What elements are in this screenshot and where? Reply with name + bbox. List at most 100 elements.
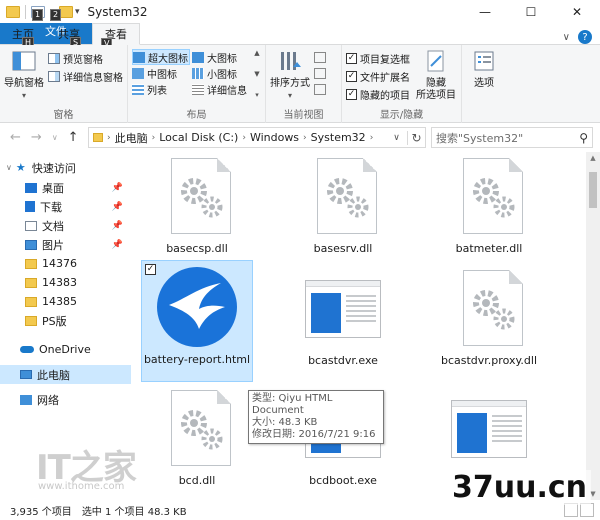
pin-icon: 📌 [111,239,123,250]
add-columns-icon[interactable] [314,68,326,79]
sidebar-item-folder[interactable]: 14383 [0,273,131,292]
breadcrumb-local-disk[interactable]: Local Disk (C:) [159,131,238,144]
chevron-right-icon[interactable]: › [107,133,111,143]
sidebar-item-folder[interactable]: 14376 [0,254,131,273]
preview-pane-icon [48,52,60,64]
details-view-icon[interactable] [564,503,578,517]
help-icon[interactable]: ? [578,30,592,44]
sidebar-item-documents[interactable]: 文档 📌 [0,216,131,235]
sidebar-network[interactable]: 网络 [0,390,131,409]
more-icon[interactable]: ▾ [255,91,259,99]
address-dropdown-icon[interactable]: ∨ [389,133,403,143]
group-by-icon[interactable] [314,52,326,63]
sidebar-item-folder[interactable]: 14385 [0,292,131,311]
ribbon-right-controls: ∨ ? [563,30,600,44]
breadcrumb-system32[interactable]: System32 [311,131,366,144]
breadcrumb-windows[interactable]: Windows [250,131,299,144]
breadcrumb-this-pc[interactable]: 此电脑 [115,130,148,146]
back-arrow-icon[interactable]: ← [10,130,21,145]
layout-list[interactable]: 列表 [132,81,190,97]
scroll-up-icon[interactable]: ▲ [586,154,600,162]
scroll-down-icon[interactable]: ▼ [254,70,259,78]
computer-icon [20,370,32,379]
close-button[interactable]: ✕ [554,0,600,24]
file-item[interactable]: batmeter.dll [433,154,545,255]
file-item[interactable] [433,386,545,474]
refresh-icon[interactable]: ↻ [407,130,425,145]
maximize-button[interactable]: ☐ [508,0,554,24]
layout-large-icons[interactable]: 大图标 [192,49,254,65]
layout-gallery-scroll[interactable]: ▲ ▼ ▾ [252,49,262,99]
ribbon-group-layout: 超大图标 大图标 中图标 小图标 列表 详细信息 ▲ ▼ ▾ 布局 [128,45,266,123]
search-icon[interactable]: ⚲ [579,131,588,145]
hidden-items-toggle[interactable]: ✓ 隐藏的项目 [346,86,410,102]
star-icon: ★ [15,161,26,174]
file-item-selected[interactable]: ✓ battery-report.html [141,260,253,382]
options-button[interactable]: 选项 [466,48,502,90]
window-controls: — ☐ ✕ [462,0,600,24]
sort-by-button[interactable]: 排序方式 ▾ [270,48,310,102]
exe-window-icon [447,386,531,470]
tab-view[interactable]: 查看 V [92,23,140,50]
download-icon [25,201,35,212]
scroll-up-icon[interactable]: ▲ [254,49,259,57]
large-icons-icon [192,51,204,63]
sidebar-item-desktop[interactable]: 桌面 📌 [0,178,131,197]
chevron-right-icon[interactable]: › [152,133,156,143]
tab-share[interactable]: 共享 S [46,23,92,49]
pictures-icon [25,239,37,250]
file-item[interactable]: bcastdvr.proxy.dll [433,266,545,367]
file-item[interactable]: basecsp.dll [141,154,253,255]
expand-icon[interactable]: ∨ [6,163,12,172]
folder-icon [25,315,37,326]
file-item[interactable]: basesrv.dll [287,154,399,255]
navigation-pane-button[interactable]: 导航窗格 ▾ [4,48,44,102]
details-pane-button[interactable]: 详细信息窗格 [48,68,123,84]
large-icons-view-icon[interactable] [580,503,594,517]
preview-pane-button[interactable]: 预览窗格 [48,50,123,66]
up-arrow-icon[interactable]: ↑ [68,130,79,145]
size-columns-icon[interactable] [314,84,326,95]
sidebar-this-pc[interactable]: 此电脑 [0,365,131,384]
file-item[interactable]: bcd.dll [141,386,253,487]
file-view: basecsp.dll basesrv.dll batmeter.dll ✓ b… [131,152,600,500]
minimize-button[interactable]: — [462,0,508,24]
vertical-scrollbar[interactable]: ▲ ▼ [586,152,600,500]
recent-locations-icon[interactable]: ∨ [52,133,58,142]
forward-arrow-icon[interactable]: → [31,130,42,145]
tab-home[interactable]: 主页 H [0,23,46,49]
file-name: batmeter.dll [455,242,523,255]
layout-small-icons[interactable]: 小图标 [192,65,254,81]
sidebar-item-pictures[interactable]: 图片 📌 [0,235,131,254]
search-box[interactable]: 搜索"System32" ⚲ [431,127,593,148]
cloud-icon [20,346,34,353]
sidebar-item-folder[interactable]: PS版 [0,311,131,330]
new-folder-icon[interactable] [59,6,73,18]
sidebar-label: 网络 [37,393,59,407]
scrollbar-thumb[interactable] [589,172,597,208]
file-extensions-toggle[interactable]: ✓ 文件扩展名 [346,68,410,84]
chevron-right-icon[interactable]: › [370,133,374,143]
chevron-right-icon[interactable]: › [303,133,307,143]
customize-qat-icon[interactable]: ▾ [75,7,80,17]
tooltip-modified: 修改日期: 2016/7/21 9:16 [252,429,376,440]
sidebar-item-downloads[interactable]: 下载 📌 [0,197,131,216]
tooltip-type: 类型: Qiyu HTML Document [252,393,333,416]
layout-item-label: 中图标 [147,69,177,81]
hide-selected-label-1: 隐藏 [426,78,446,89]
item-checkboxes-toggle[interactable]: ✓ 项目复选框 [346,50,410,66]
chevron-right-icon[interactable]: › [242,133,246,143]
file-name: battery-report.html [143,353,251,366]
hide-selected-button[interactable]: 隐藏 所选项目 [416,48,456,102]
expand-ribbon-icon[interactable]: ∨ [563,32,570,43]
layout-medium-icons[interactable]: 中图标 [132,65,190,81]
sidebar-onedrive[interactable]: OneDrive [0,340,131,359]
sidebar-label: 图片 [42,238,64,252]
sidebar-quick-access[interactable]: ∨ ★ 快速访问 [0,158,131,177]
checkbox-checked-icon: ✓ [346,70,357,82]
address-bar[interactable]: › 此电脑 › Local Disk (C:) › Windows › Syst… [88,127,426,148]
layout-extra-large-icons[interactable]: 超大图标 [132,49,190,65]
ribbon-tabs: 文件 主页 H 共享 S 查看 V ∨ ? [0,23,600,50]
file-item[interactable]: bcastdvr.exe [287,266,399,367]
layout-details[interactable]: 详细信息 [192,81,254,97]
